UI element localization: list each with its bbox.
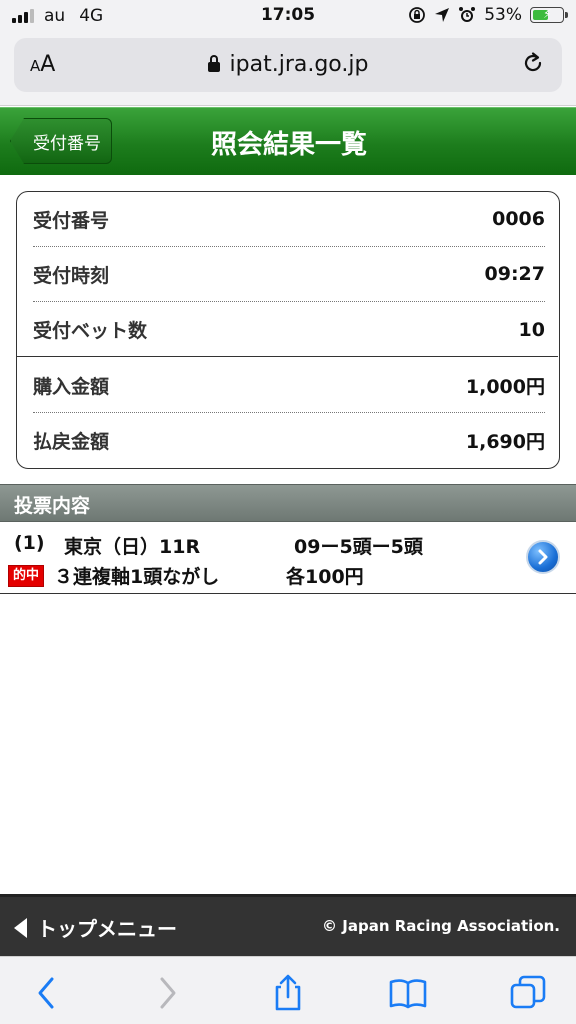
battery-icon: ⚡ xyxy=(530,7,568,23)
bet-number: (1) xyxy=(14,532,45,554)
top-menu-label: トップメニュー xyxy=(37,917,177,941)
lock-icon xyxy=(207,55,220,72)
triangle-left-icon xyxy=(14,917,27,938)
browser-address-area: AA ipat.jra.go.jp xyxy=(0,32,576,106)
bet-amount: 各100円 xyxy=(286,566,364,588)
battery-percent: 53% xyxy=(484,5,522,25)
alarm-icon xyxy=(459,7,476,22)
url-text: ipat.jra.go.jp xyxy=(229,52,369,77)
url-display[interactable]: ipat.jra.go.jp xyxy=(14,52,562,77)
status-bar: au 4G 17:05 53% ⚡ xyxy=(0,0,576,32)
summary-label: 受付ベット数 xyxy=(33,320,148,342)
bet-detail: 09ー5頭ー5頭 xyxy=(294,536,423,558)
summary-label: 受付番号 xyxy=(33,209,110,232)
summary-label: 受付時刻 xyxy=(33,264,110,287)
section-header: 投票内容 xyxy=(0,484,576,522)
rotation-lock-icon xyxy=(409,7,426,23)
summary-row: 受付ベット数 10 xyxy=(33,302,545,357)
hit-badge: 的中 xyxy=(8,564,45,587)
share-icon[interactable] xyxy=(268,973,308,1013)
receipt-summary-card: 受付番号 0006 受付時刻 09:27 受付ベット数 10 購入金額 1,00… xyxy=(16,191,560,469)
summary-value: 1,690円 xyxy=(465,431,545,453)
bet-list-item[interactable]: (1) 東京（日）11R 09ー5頭ー5頭 的中 ３連複軸1頭ながし 各100円 xyxy=(0,524,576,594)
bet-race: 東京（日）11R xyxy=(64,536,201,558)
status-right: 53% ⚡ xyxy=(408,5,568,25)
summary-value: 10 xyxy=(518,318,545,341)
summary-label: 購入金額 xyxy=(33,375,110,398)
reload-icon[interactable] xyxy=(520,50,546,76)
summary-row: 購入金額 1,000円 xyxy=(33,358,545,413)
back-button[interactable]: 受付番号 xyxy=(10,118,112,164)
back-icon[interactable] xyxy=(28,973,68,1013)
bet-line-race: (1) 東京（日）11R xyxy=(14,532,294,559)
summary-label: 払戻金額 xyxy=(33,431,110,453)
chevron-right-icon[interactable] xyxy=(526,540,560,574)
bet-line-type: 的中 ３連複軸1頭ながし xyxy=(8,562,219,589)
summary-row: 受付時刻 09:27 xyxy=(33,247,545,302)
site-footer: トップメニュー © Japan Racing Association. xyxy=(0,894,576,956)
browser-toolbar xyxy=(0,956,576,1024)
forward-icon[interactable] xyxy=(148,973,188,1013)
address-bar[interactable]: AA ipat.jra.go.jp xyxy=(14,38,562,92)
summary-value: 09:27 xyxy=(484,263,545,285)
top-menu-link[interactable]: トップメニュー xyxy=(14,913,177,942)
summary-value: 0006 xyxy=(492,208,545,230)
page-header: 照会結果一覧 受付番号 xyxy=(0,107,576,175)
summary-divider xyxy=(17,356,558,357)
summary-row: 受付番号 0006 xyxy=(33,192,545,247)
bet-type: ３連複軸1頭ながし xyxy=(54,566,220,588)
summary-row: 払戻金額 1,690円 xyxy=(33,413,545,468)
bookmarks-icon[interactable] xyxy=(388,973,428,1013)
summary-value: 1,000円 xyxy=(465,375,545,398)
tabs-icon[interactable] xyxy=(508,973,548,1013)
copyright-text: © Japan Racing Association. xyxy=(322,917,560,935)
location-icon xyxy=(435,8,450,22)
